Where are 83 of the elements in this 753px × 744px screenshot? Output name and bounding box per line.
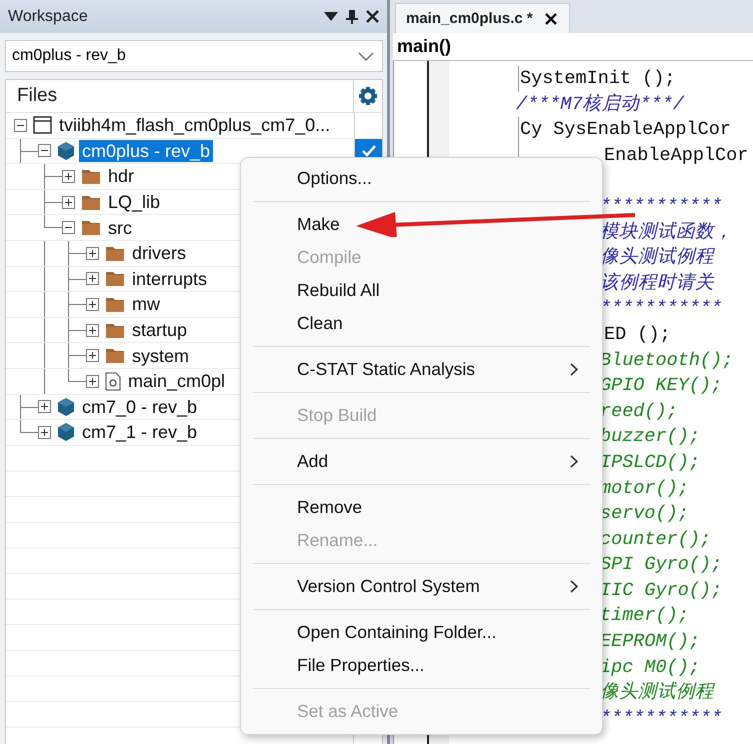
dropdown-icon[interactable]	[324, 12, 338, 22]
close-icon[interactable]	[366, 10, 379, 23]
tree-item[interactable]: system	[129, 344, 192, 367]
window-icon	[33, 116, 52, 134]
folder-icon	[81, 194, 101, 211]
collapse-icon[interactable]	[38, 144, 51, 158]
code-line: counter();	[600, 528, 712, 550]
code-line: 模块测试函数，	[600, 222, 733, 243]
folder-icon	[105, 270, 125, 288]
code-line: ***********	[600, 298, 722, 320]
collapse-icon[interactable]	[14, 118, 27, 132]
hexagon-icon	[57, 140, 75, 161]
menu-item[interactable]: C-STAT Static Analysis	[241, 353, 602, 386]
code-line: 像头测试例程	[600, 247, 714, 268]
tree-item[interactable]: interrupts	[129, 268, 210, 290]
code-line: ***********	[600, 708, 722, 729]
menu-item[interactable]: Options...	[241, 162, 602, 195]
folder-icon	[105, 296, 125, 313]
expand-icon[interactable]	[38, 400, 51, 414]
chevron-down-icon	[358, 52, 374, 60]
code-line: Bluetooth();	[600, 350, 734, 371]
code-line: ***********	[600, 196, 722, 217]
function-bar: main()	[393, 33, 753, 61]
menu-item[interactable]: Rebuild All	[241, 274, 602, 307]
code-line: buzzer();	[600, 426, 700, 448]
code-line: 像头测试例程	[600, 682, 714, 704]
folder-icon	[81, 168, 101, 185]
expand-icon[interactable]	[38, 426, 51, 439]
expand-icon[interactable]	[86, 272, 99, 286]
expand-icon[interactable]	[86, 324, 99, 337]
expand-icon[interactable]	[62, 170, 75, 183]
code-line: 该例程时请关	[600, 272, 714, 294]
folder-icon	[105, 322, 125, 339]
folder-icon	[105, 347, 125, 364]
tree-item[interactable]: mw	[129, 293, 163, 316]
checkmark-icon[interactable]	[362, 144, 376, 157]
folder-icon	[105, 244, 125, 262]
expand-icon[interactable]	[86, 298, 99, 311]
menu-item[interactable]: Remove	[241, 491, 602, 524]
code-line: IPSLCD();	[600, 452, 700, 473]
hexagon-icon	[57, 396, 75, 417]
code-line: EEPROM();	[600, 631, 700, 652]
code-line: ED ();	[604, 322, 671, 347]
collapse-icon[interactable]	[62, 221, 75, 234]
menu-item[interactable]: File Properties...	[241, 649, 602, 682]
code-line: /***M7核启动***/	[516, 94, 684, 115]
code-line: ipc M0();	[600, 656, 700, 678]
tree-item[interactable]: cm0plus - rev_b	[79, 140, 214, 162]
code-line: timer();	[600, 605, 689, 626]
code-line: servo();	[600, 503, 689, 524]
code-line: reed();	[600, 400, 678, 422]
menu-item[interactable]: Open Containing Folder...	[241, 616, 602, 649]
menu-item[interactable]: Add	[241, 445, 602, 478]
expand-icon[interactable]	[62, 196, 75, 209]
tree-item[interactable]: src	[105, 216, 135, 239]
file-tab[interactable]: main_cm0plus.c *	[395, 3, 570, 33]
menu-item[interactable]: Version Control System	[241, 570, 602, 603]
close-icon[interactable]	[544, 12, 557, 24]
folder-icon	[81, 219, 101, 236]
configuration-dropdown[interactable]: cm0plus - rev_b	[5, 40, 383, 72]
tree-item[interactable]: cm7_0 - rev_b	[79, 396, 200, 418]
tree-item[interactable]: cm7_1 - rev_b	[79, 421, 200, 444]
menu-item[interactable]: Make	[241, 208, 602, 241]
c-file-icon	[105, 372, 121, 391]
tree-item[interactable]: drivers	[129, 242, 190, 264]
hexagon-icon	[57, 422, 75, 442]
column-header: Files	[16, 85, 58, 107]
code-line: Cy SysEnableApplCor	[520, 118, 731, 142]
code-line: EnableApplCor	[604, 144, 748, 168]
menu-item[interactable]: Clean	[241, 307, 602, 340]
settings-icon[interactable]	[359, 87, 377, 105]
expand-icon[interactable]	[86, 246, 99, 260]
panel-title: Workspace	[8, 8, 89, 26]
tree-item[interactable]: hdr	[105, 165, 138, 188]
code-line: IIC Gyro();	[600, 580, 722, 601]
pin-icon[interactable]	[346, 10, 358, 24]
expand-icon[interactable]	[86, 374, 99, 388]
tree-item[interactable]: main_cm0pl	[125, 370, 228, 392]
code-line: SystemInit ();	[520, 67, 676, 91]
tree-item[interactable]: LQ_lib	[105, 191, 164, 214]
tree-item[interactable]: tviibh4m_flash_cm0plus_cm7_0...	[56, 114, 334, 136]
expand-icon[interactable]	[86, 349, 99, 362]
tree-item[interactable]: startup	[129, 319, 190, 342]
